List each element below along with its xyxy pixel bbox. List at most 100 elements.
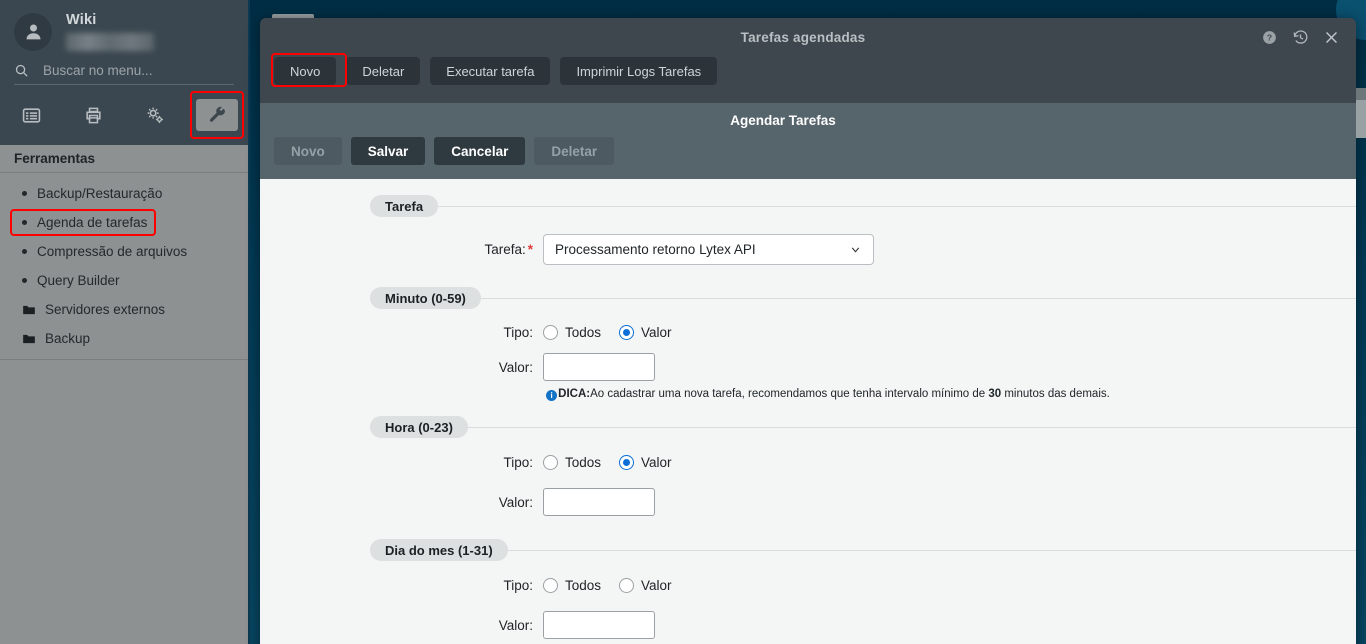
sidebar-item-servidores-externos[interactable]: Servidores externos [0,295,248,324]
section-pill-label: Hora (0-23) [370,416,468,438]
minuto-radio-valor[interactable] [619,325,635,340]
modal-title: Tarefas agendadas [740,30,866,45]
section-pill-label: Dia do mes (1-31) [370,539,508,561]
dia-radio-todos-label: Todos [565,578,602,593]
sidebar-item-label: Backup/Restauração [37,186,163,201]
dia-valor-label: Valor: [498,617,533,633]
screen-root: Wiki Buscar no menu... Ferramentas Backu… [0,0,1366,644]
tarefa-select-value: Processamento retorno Lytex API [555,242,756,257]
wrench-icon [209,106,225,122]
sidebar-item-query-builder[interactable]: Query Builder [0,266,248,295]
dia-valor-input[interactable] [543,611,655,639]
gears-icon [147,107,163,123]
minuto-radio-todos[interactable] [543,325,558,340]
chevron-down-icon [851,247,860,253]
minuto-radio-todos-label: Todos [565,325,602,340]
panel-cancelar-button[interactable]: Cancelar [434,137,526,165]
section-header-hora: Hora (0-23) [370,416,1356,438]
hora-radio-todos[interactable] [543,455,558,470]
panel-novo-button[interactable]: Novo [274,137,342,165]
modal-window-controls: ? [1261,18,1340,57]
field-row-dia-valor: Valor: [260,611,1356,639]
field-row-minuto-valor: Valor: [260,353,1356,381]
dia-tipo-radiogroup: Todos Valor [543,578,686,593]
section-rule [507,549,1356,551]
sidebar-menu-list: Backup/Restauração Agenda de tarefas Com… [0,173,248,360]
bullet-icon [22,249,27,254]
section-rule [480,297,1356,299]
panel-title: Agendar Tarefas [730,112,836,128]
sidebar-tab-cadastros[interactable] [0,99,62,131]
hint-number: 30 [988,388,1002,400]
hora-radio-valor[interactable] [619,455,635,470]
field-row-dia-tipo: Tipo: Todos Valor [260,578,1356,593]
minuto-hint: i DICA:Ao cadastrar uma nova tarefa, reco… [260,388,1356,401]
avatar [14,12,52,51]
section-rule [438,205,1356,207]
svg-text:?: ? [1267,33,1272,43]
minuto-tipo-label: Tipo: [503,325,533,340]
sidebar-tab-configuracoes[interactable] [124,99,186,131]
hora-valor-input[interactable] [543,488,655,516]
sidebar-item-label: Compressão de arquivos [37,244,188,259]
sidebar-user-name: Wiki [66,12,97,28]
hint-strong: DICA: [558,388,591,400]
field-row-hora-valor: Valor: [260,488,1356,516]
modal-toolbar: Novo Deletar Executar tarefa Imprimir Lo… [260,53,1356,99]
folder-icon [22,303,36,317]
field-row-minuto-tipo: Tipo: Todos Valor [260,325,1356,340]
executar-tarefa-button[interactable]: Executar tarefa [430,57,551,85]
sidebar-item-label: Query Builder [37,273,120,288]
section-rule [467,426,1356,428]
help-icon[interactable]: ? [1261,29,1278,46]
bullet-icon [22,220,27,225]
panel-deletar-button[interactable]: Deletar [534,137,615,165]
info-icon: i [546,390,558,401]
close-icon[interactable] [1323,29,1340,46]
field-row-hora-tipo: Tipo: Todos Valor [260,455,1356,470]
minuto-tipo-radiogroup: Todos Valor [543,325,686,340]
tarefa-field-label: Tarefa: * [260,242,543,257]
imprimir-logs-tarefas-button[interactable]: Imprimir Logs Tarefas [560,57,718,85]
sidebar-icon-tabs [0,91,248,139]
sidebar-item-agenda-de-tarefas[interactable]: Agenda de tarefas [0,208,248,237]
history-icon[interactable] [1292,29,1309,46]
search-placeholder: Buscar no menu... [43,63,153,78]
hint-text-before: Ao cadastrar uma nova tarefa, recomendam… [590,388,989,400]
tarefa-label-text: Tarefa: [484,242,526,257]
section-header-tarefa: Tarefa [370,195,1356,217]
deletar-button[interactable]: Deletar [346,57,421,85]
sidebar-divider [0,359,248,360]
minuto-valor-input[interactable] [543,353,655,381]
sidebar-header: Wiki Buscar no menu... [0,0,248,145]
field-row-tarefa: Tarefa: * Processamento retorno Lytex API [260,234,1356,265]
search-input[interactable]: Buscar no menu... [14,63,234,85]
sidebar-user-block[interactable]: Wiki [0,0,248,51]
minuto-radio-valor-label: Valor [641,325,672,340]
scrollbar-thumb[interactable] [1356,100,1366,138]
sidebar: Wiki Buscar no menu... Ferramentas Backu… [0,0,250,644]
tarefa-select[interactable]: Processamento retorno Lytex API [543,234,874,265]
dia-radio-valor[interactable] [619,578,635,593]
panel-salvar-button[interactable]: Salvar [350,137,426,165]
minuto-valor-label: Valor: [498,359,533,375]
bullet-icon [22,191,27,196]
folder-icon [22,332,36,346]
user-icon [26,24,40,40]
sidebar-tab-relatorios[interactable] [62,99,124,131]
printer-icon [85,107,101,123]
dia-tipo-label: Tipo: [503,578,533,593]
modal-titlebar: Tarefas agendadas ? [260,18,1356,57]
dia-radio-todos[interactable] [543,578,558,593]
panel-toolbar: Novo Salvar Cancelar Deletar [260,137,1356,178]
sidebar-item-compressao-de-arquivos[interactable]: Compressão de arquivos [0,237,248,266]
search-icon [15,64,28,77]
sidebar-tab-ferramentas[interactable] [190,91,244,139]
agendar-tarefas-panel: Agendar Tarefas Novo Salvar Cancelar Del… [260,103,1356,644]
novo-button[interactable]: Novo [274,57,337,85]
sidebar-item-backup-restauracao[interactable]: Backup/Restauração [0,179,248,208]
sidebar-item-label: Backup [45,331,91,346]
bullet-icon [22,278,27,283]
hora-valor-label: Valor: [498,494,533,510]
sidebar-item-backup[interactable]: Backup [0,324,248,353]
